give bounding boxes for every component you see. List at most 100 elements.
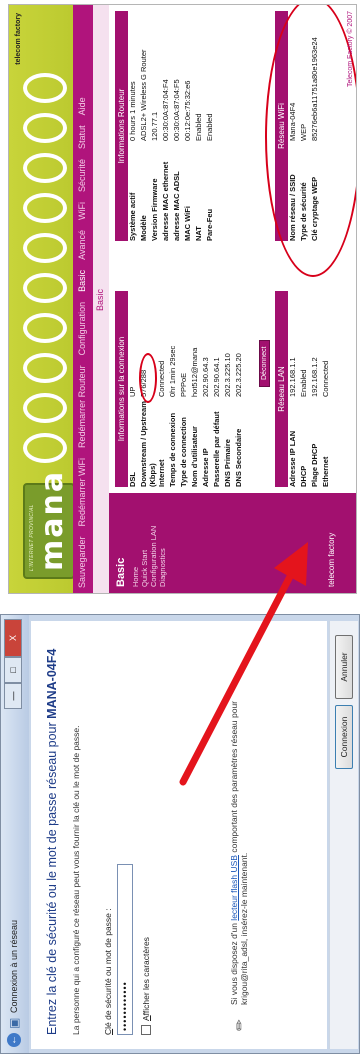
maximize-button[interactable]: □ — [4, 657, 22, 683]
router-page-rotated: L'INTERNET PROVINCIAL mana telecom facto… — [0, 0, 363, 600]
dialog-rotated: ← ▣ Connexion à un réseau — □ X Entrez l… — [0, 612, 363, 1058]
usb-hint-text: Si vous disposez d'un lecteur flash USB … — [229, 635, 249, 1005]
row-value: Connected — [321, 360, 330, 397]
table-row: Modèle ADSL2+ Wireless G Router — [139, 11, 150, 242]
row-value: 192.168.1.1 — [288, 357, 297, 397]
nav-redemarrer-routeur[interactable]: Redémarrer Routeur — [73, 360, 93, 453]
sidebar-item-home[interactable]: Home — [131, 567, 140, 587]
row-key: Système actif — [128, 192, 137, 241]
row-key: DHCP — [299, 465, 308, 487]
network-connect-dialog: ← ▣ Connexion à un réseau — □ X Entrez l… — [0, 612, 363, 1058]
wifi-highlight-ellipse — [265, 4, 357, 277]
table-row: DHCP Enabled — [299, 291, 310, 487]
show-characters-checkbox[interactable]: Afficher les caractères — [141, 937, 151, 1035]
row-value: Connected — [157, 360, 166, 397]
row-value: 202.90.64.3 — [201, 357, 210, 397]
sidebar-item-quick-start[interactable]: Quick Start — [140, 550, 149, 587]
row-value: Enabled — [194, 113, 203, 141]
row-key: Version Firmware — [150, 178, 159, 241]
dialog-description: La personne qui a configuré ce réseau pe… — [71, 725, 81, 1036]
lan-header: Réseau LAN — [275, 291, 288, 487]
table-row: DNS Primaire 202.3.225.10 — [223, 291, 234, 487]
row-value: 0hr 1min 29sec — [168, 345, 177, 397]
connect-button[interactable]: Connexion — [335, 705, 353, 769]
dialog-title: Connexion à un réseau — [9, 919, 19, 1013]
row-key: DSL — [128, 472, 137, 487]
router-info-header: Informations Routeur — [115, 11, 128, 241]
nav-basic[interactable]: Basic — [73, 265, 93, 297]
nav-aide[interactable]: Aide — [73, 92, 93, 120]
nav-wifi[interactable]: WiFi — [73, 197, 93, 225]
decorative-rings — [15, 53, 67, 463]
minimize-button[interactable]: — — [4, 683, 22, 709]
usb-hint: ✏ Si vous disposez d'un lecteur flash US… — [227, 635, 257, 1035]
nav-sauvegarder[interactable]: Sauvegarder — [73, 531, 93, 593]
row-key: NAT — [194, 226, 203, 241]
table-row: adresse MAC ethernet 00:30:0A:87:04:F4 — [161, 11, 172, 241]
telecom-factory-logo: telecom factory — [15, 13, 22, 65]
password-input[interactable]: •••••••••••• — [117, 864, 133, 1035]
router-nav-bar: Sauvegarder Redémarrer WiFi Redémarrer R… — [73, 5, 93, 593]
usb-flash-link[interactable]: lecteur flash USB — [229, 855, 239, 921]
router-frame: L'INTERNET PROVINCIAL mana telecom facto… — [8, 4, 357, 594]
sidebar-item-configuration-lan[interactable]: Configuration LAN — [149, 526, 158, 587]
dialog-heading: Entrez la clé de sécurité ou le mot de p… — [45, 649, 59, 1035]
dialog-titlebar: ← ▣ Connexion à un réseau — □ X — [1, 615, 29, 1053]
connected-highlight-ellipse — [139, 353, 157, 403]
back-arrow-icon[interactable]: ← — [7, 1033, 21, 1047]
table-row: Plage DHCP 192.168.1.2 — [310, 291, 321, 487]
dialog-footer: Connexion Annuler — [329, 621, 358, 1049]
heading-network-name: MANA-04F4 — [45, 648, 59, 719]
table-row: Passerelle par défaut 202.90.64.1 — [212, 291, 223, 487]
sidebar-item-diagnostics[interactable]: Diagnostics — [158, 548, 167, 587]
table-row: MAC WiFi 00:12:0e:75:32:e6 — [183, 11, 194, 241]
router-info-table: Informations Routeur Système actif 0 hour… — [115, 11, 216, 241]
checkbox-box[interactable] — [141, 1025, 151, 1035]
nav-configuration[interactable]: Configuration — [73, 297, 93, 361]
usb-text-before: Si vous disposez d'un — [229, 920, 239, 1005]
password-label-accel: C — [103, 1028, 113, 1035]
table-row: Temps de connexion 0hr 1min 29sec — [168, 291, 179, 487]
lan-table: Réseau LAN Adresse IP LAN 192.168.1.1 DHCP… — [275, 291, 332, 487]
disconnect-button[interactable]: Déconnect — [259, 339, 270, 387]
router-subheader: Basic — [93, 5, 109, 593]
row-key: Adresse IP LAN — [288, 430, 297, 487]
network-icon: ▣ — [7, 1017, 21, 1029]
table-row: Nom d'utilisateur hot512@mana — [190, 291, 201, 487]
row-key: DNS Primaire — [223, 439, 232, 487]
row-value: ADSL2+ Wireless G Router — [139, 49, 148, 142]
heading-text: Entrez la clé de sécurité ou le mot de p… — [45, 718, 59, 1035]
row-key: MAC WiFi — [183, 206, 192, 241]
usb-drive-icon: ✏ — [231, 1019, 247, 1031]
password-label-rest: lé de sécurité ou mot de passe : — [103, 908, 113, 1029]
nav-redemarrer-wifi[interactable]: Redémarrer WiFi — [73, 453, 93, 532]
row-value: 00:30:0A:87:04:F5 — [172, 79, 181, 141]
nav-avance[interactable]: Avancé — [73, 225, 93, 265]
nav-statut[interactable]: Statut — [73, 120, 93, 154]
row-key: Type de connection — [179, 417, 188, 487]
row-value: 0 hours 1 minutes — [128, 81, 137, 141]
router-main: Informations sur la connexion DSL UP Downs… — [109, 4, 357, 491]
table-row: Pare-Feu Enabled — [205, 11, 216, 241]
connection-info-table: Informations sur la connexion DSL UP Downs… — [115, 291, 245, 487]
row-key: adresse MAC ADSL — [172, 171, 181, 241]
logo-name: mana — [35, 469, 70, 571]
row-value: 202.3.225.10 — [223, 353, 232, 397]
row-key: Plage DHCP — [310, 443, 319, 487]
sidebar-title: Basic — [115, 557, 127, 587]
nav-securite[interactable]: Sécurité — [73, 154, 93, 197]
password-label: Clé de sécurité ou mot de passe : — [103, 908, 113, 1035]
row-key: Ethernet — [321, 456, 330, 487]
row-value: Enabled — [299, 369, 308, 397]
row-value: Enabled — [205, 113, 214, 141]
connection-info-header: Informations sur la connexion — [115, 291, 128, 487]
show-chars-accel: A — [141, 1015, 151, 1021]
close-button[interactable]: X — [4, 619, 22, 657]
row-key: Pare-Feu — [205, 208, 214, 241]
cancel-button[interactable]: Annuler — [335, 635, 353, 699]
router-footer: Telecom Factory © 2007 — [347, 11, 354, 87]
router-status-page: L'INTERNET PROVINCIAL mana telecom facto… — [0, 0, 363, 600]
dialog-body: Entrez la clé de sécurité ou le mot de p… — [31, 621, 327, 1049]
lan-rows: Adresse IP LAN 192.168.1.1 DHCP Enabled Plag… — [288, 291, 332, 487]
dialog-window: ← ▣ Connexion à un réseau — □ X Entrez l… — [0, 614, 360, 1054]
